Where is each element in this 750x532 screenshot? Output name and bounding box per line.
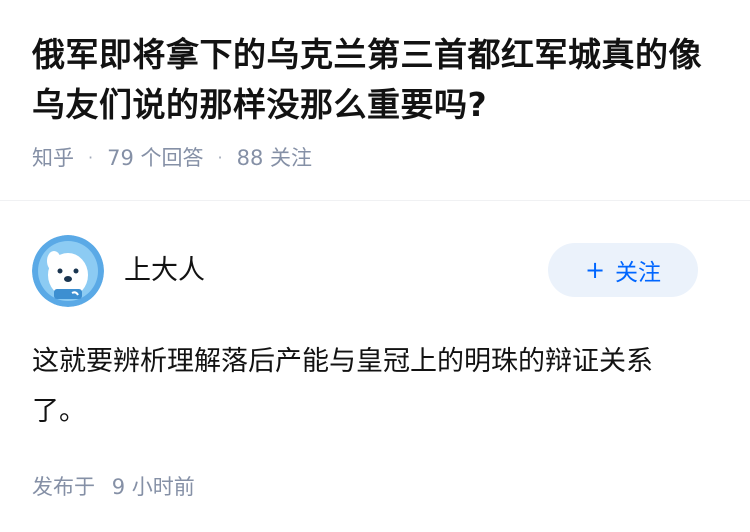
question-title[interactable]: 俄军即将拿下的乌克兰第三首都红军城真的像乌友们说的那样没那么重要吗? xyxy=(32,30,718,130)
answer-page: 俄军即将拿下的乌克兰第三首都红军城真的像乌友们说的那样没那么重要吗? 知乎 · … xyxy=(0,0,750,532)
answer-card: 上大人 + 关注 这就要辨析理解落后产能与皇冠上的明珠的辩证关系了。 发布于 9… xyxy=(0,201,750,501)
published-label: 发布于 xyxy=(32,475,95,499)
follow-button[interactable]: + 关注 xyxy=(548,243,698,297)
avatar-image xyxy=(32,235,104,307)
question-meta: 知乎 · 79 个回答 · 88 关注 xyxy=(32,142,718,172)
published-time: 9 小时前 xyxy=(111,475,195,499)
author-row: 上大人 + 关注 xyxy=(32,235,718,307)
answers-count[interactable]: 79 个回答 xyxy=(107,142,203,172)
avatar[interactable] xyxy=(32,235,104,307)
followers-count[interactable]: 88 关注 xyxy=(237,142,312,172)
publish-meta: 发布于 9 小时前 xyxy=(32,471,718,501)
answer-content[interactable]: 这就要辨析理解落后产能与皇冠上的明珠的辩证关系了。 xyxy=(32,337,718,437)
author-name[interactable]: 上大人 xyxy=(124,248,205,287)
separator-dot: · xyxy=(217,147,223,167)
plus-icon: + xyxy=(584,256,606,284)
separator-dot: · xyxy=(88,147,94,167)
follow-button-label: 关注 xyxy=(615,260,662,286)
question-header: 俄军即将拿下的乌克兰第三首都红军城真的像乌友们说的那样没那么重要吗? 知乎 · … xyxy=(0,0,750,200)
source-label[interactable]: 知乎 xyxy=(32,142,74,172)
